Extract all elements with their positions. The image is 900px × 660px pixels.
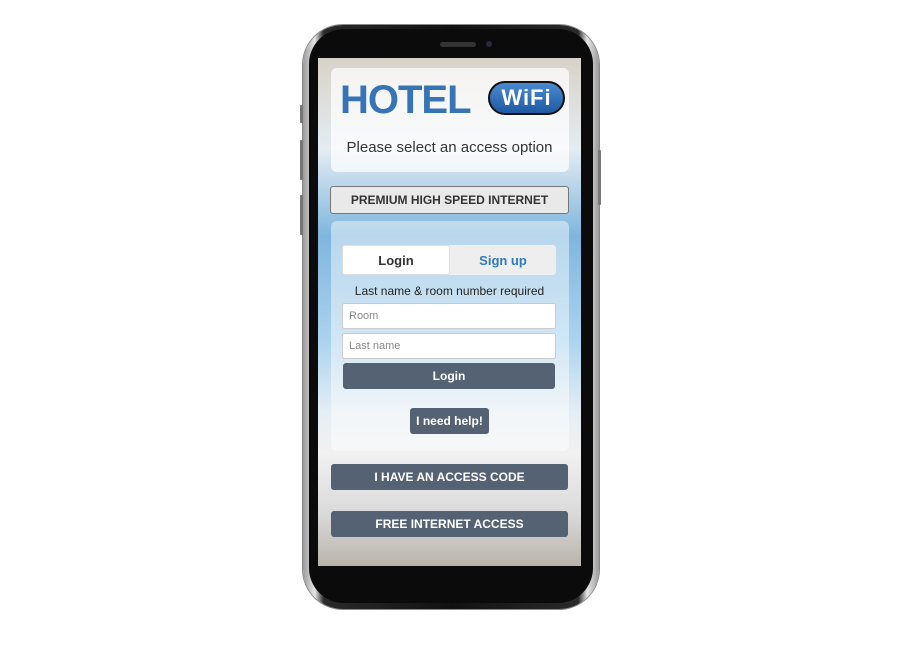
help-button[interactable]: I need help! — [410, 408, 489, 434]
login-tabs: Login Sign up — [342, 245, 556, 275]
volume-down-button — [300, 195, 303, 235]
login-hint: Last name & room number required — [354, 284, 545, 298]
speaker-grille — [440, 42, 476, 47]
tab-login[interactable]: Login — [342, 245, 450, 275]
free-internet-button[interactable]: FREE INTERNET ACCESS — [331, 511, 568, 537]
last-name-input[interactable] — [342, 333, 556, 359]
premium-internet-button[interactable]: PREMIUM HIGH SPEED INTERNET — [330, 186, 569, 214]
login-button[interactable]: Login — [343, 363, 555, 389]
room-input[interactable] — [342, 303, 556, 329]
hotel-logo: HOTEL — [340, 78, 472, 122]
page-title: Please select an access option — [346, 139, 553, 156]
phone-screen: HOTEL WiFi Please select an access optio… — [318, 58, 581, 566]
header-panel: HOTEL WiFi — [331, 68, 569, 172]
access-code-button[interactable]: I HAVE AN ACCESS CODE — [331, 464, 568, 490]
tab-signup[interactable]: Sign up — [450, 245, 556, 275]
power-button — [598, 150, 601, 205]
wifi-badge-logo: WiFi — [488, 81, 565, 115]
volume-up-button — [300, 140, 303, 180]
front-camera — [486, 41, 492, 47]
mute-switch — [300, 105, 303, 123]
